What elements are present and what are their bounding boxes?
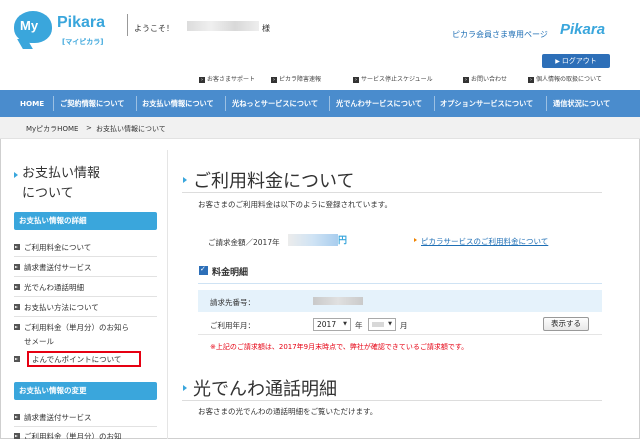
logout-label: ログアウト bbox=[561, 57, 597, 65]
arrow-right-icon bbox=[14, 244, 20, 250]
year-unit: 年 bbox=[355, 321, 363, 330]
year-select-value: 2017 bbox=[317, 320, 337, 329]
service-fee-link[interactable]: ピカラサービスのご利用料金について bbox=[421, 236, 548, 247]
nav-connection-status[interactable]: 通信状況について bbox=[553, 90, 610, 117]
page-title: ご利用料金について bbox=[193, 171, 355, 192]
month-value-redacted bbox=[372, 322, 384, 327]
pikara-brand-logo[interactable]: Pikara bbox=[560, 21, 605, 38]
nav-payment[interactable]: お支払い情報について bbox=[142, 90, 214, 117]
arrow-right-icon: › bbox=[353, 77, 359, 83]
title-underline bbox=[182, 400, 602, 401]
title-underline bbox=[182, 192, 602, 193]
year-select[interactable]: 2017 ▼ bbox=[313, 318, 351, 331]
arrow-right-icon: › bbox=[271, 77, 277, 83]
detail-underline bbox=[198, 283, 602, 284]
month-unit: 月 bbox=[400, 321, 408, 330]
divider bbox=[14, 256, 157, 257]
chevron-down-icon: ▼ bbox=[343, 321, 347, 327]
arrow-right-icon bbox=[14, 433, 20, 439]
divider bbox=[14, 316, 157, 317]
sidebar-item-call-details[interactable]: 光でんわ通話明細 bbox=[24, 282, 84, 293]
billing-number-label: 請求先番号： bbox=[210, 298, 255, 307]
divider bbox=[14, 276, 157, 277]
arrow-right-icon bbox=[14, 414, 20, 420]
billing-number-redacted bbox=[313, 297, 363, 305]
title-marker-icon bbox=[14, 172, 18, 178]
arrow-right-icon bbox=[14, 284, 20, 290]
detail-title: 料金明細 bbox=[212, 268, 249, 278]
divider bbox=[14, 426, 157, 427]
nav-contract[interactable]: ご契約情報について bbox=[60, 90, 124, 117]
sidebar-item-monthly-mail-cont[interactable]: せメール bbox=[24, 336, 54, 347]
warning-note: ※上記のご請求額は、2017年9月末時点で、弊社が確認できているご請求額です。 bbox=[210, 343, 469, 351]
highlight-box bbox=[27, 351, 141, 367]
sidebar-item-monthly-mail-change[interactable]: ご利用料金（単月分）のお知 bbox=[24, 431, 122, 439]
util-link-contact[interactable]: › お問い合わせ bbox=[463, 74, 507, 83]
nav-divider bbox=[329, 96, 330, 111]
nav-divider bbox=[136, 96, 137, 111]
logo-brand-text: Pikara bbox=[57, 14, 106, 31]
sidebar-item-usage-fee[interactable]: ご利用料金について bbox=[24, 242, 91, 253]
arrow-right-icon: › bbox=[199, 77, 205, 83]
util-link-schedule[interactable]: › サービス停止スケジュール bbox=[353, 74, 433, 83]
nav-divider bbox=[53, 96, 54, 111]
util-link-support[interactable]: › お客さまサポート bbox=[199, 74, 255, 83]
nav-hikari-net[interactable]: 光ねっとサービスについて bbox=[232, 90, 318, 117]
nav-divider bbox=[225, 96, 226, 111]
welcome-text: ようこそ！ bbox=[134, 24, 174, 33]
welcome-suffix: 様 bbox=[262, 24, 270, 33]
breadcrumb-separator: > bbox=[86, 124, 92, 132]
nav-divider bbox=[434, 96, 435, 111]
arrow-right-icon: › bbox=[463, 77, 469, 83]
mypikara-logo[interactable]: My Pikara [マイピカラ] bbox=[12, 8, 130, 48]
sidebar-section-changes: お支払い情報の変更 bbox=[14, 382, 157, 400]
sidebar-section-details: お支払い情報の詳細 bbox=[14, 212, 157, 230]
title-marker-icon bbox=[183, 385, 187, 391]
arrow-right-icon: ▶ bbox=[555, 58, 560, 65]
arrow-right-icon bbox=[14, 324, 20, 330]
logo-sub-text: [マイピカラ] bbox=[62, 38, 104, 46]
column-divider bbox=[167, 150, 168, 439]
arrow-right-icon bbox=[414, 238, 417, 242]
breadcrumb-current: お支払い情報について bbox=[96, 125, 166, 133]
util-link-outage[interactable]: › ピカラ障害速報 bbox=[271, 74, 321, 83]
billing-amount-redacted bbox=[288, 234, 338, 246]
header: My Pikara [マイピカラ] ようこそ！ 様 ピカラ会員さま専用ページ P… bbox=[0, 0, 640, 90]
member-page-label: ピカラ会員さま専用ページ bbox=[452, 30, 548, 39]
divider bbox=[14, 296, 157, 297]
arrow-right-icon bbox=[14, 304, 20, 310]
sidebar-title: お支払い情報 について bbox=[22, 166, 101, 201]
breadcrumb: MyピカラHOME > お支払い情報について bbox=[0, 117, 640, 139]
global-nav: HOME ご契約情報について お支払い情報について 光ねっとサービスについて 光… bbox=[0, 90, 640, 117]
arrow-right-icon: › bbox=[528, 77, 534, 83]
util-link-privacy[interactable]: › 個人情報の取扱について bbox=[528, 74, 602, 83]
month-select[interactable]: ▼ bbox=[368, 318, 396, 331]
checkbox-icon bbox=[199, 265, 208, 275]
section-description-call-details: お客さまの光でんわの通話明細をご覧いただけます。 bbox=[198, 407, 378, 416]
billing-number-row bbox=[198, 290, 602, 312]
section-title-call-details: 光でんわ通話明細 bbox=[193, 379, 337, 400]
arrow-right-icon bbox=[14, 356, 20, 362]
nav-option[interactable]: オプションサービスについて bbox=[440, 90, 533, 117]
billing-amount-unit: 円 bbox=[338, 236, 348, 246]
sidebar-item-monthly-mail[interactable]: ご利用料金（単月分）のお知ら bbox=[24, 322, 129, 333]
billing-amount-label: ご請求金額／2017年 bbox=[208, 238, 280, 247]
arrow-right-icon bbox=[14, 264, 20, 270]
logo-my-text: My bbox=[20, 18, 39, 33]
chevron-down-icon: ▼ bbox=[388, 321, 392, 327]
page-description: お客さまのご利用料金は以下のように登録されています。 bbox=[198, 200, 393, 209]
header-separator bbox=[127, 14, 128, 36]
title-marker-icon bbox=[183, 177, 187, 183]
breadcrumb-home[interactable]: MyピカラHOME bbox=[26, 124, 78, 134]
sidebar-item-invoice-mailing[interactable]: 請求書送付サービス bbox=[24, 262, 92, 273]
nav-hikari-denwa[interactable]: 光でんわサービスについて bbox=[336, 90, 422, 117]
usage-month-label: ご利用年月： bbox=[210, 321, 255, 330]
show-button[interactable]: 表示する bbox=[543, 317, 589, 331]
username-redacted bbox=[187, 21, 259, 31]
nav-divider bbox=[546, 96, 547, 111]
logout-button[interactable]: ▶ ログアウト bbox=[542, 54, 610, 68]
sidebar-item-invoice-mailing-change[interactable]: 請求書送付サービス bbox=[24, 412, 92, 423]
sidebar-item-payment-method[interactable]: お支払い方法について bbox=[24, 302, 99, 313]
nav-home[interactable]: HOME bbox=[20, 90, 44, 117]
